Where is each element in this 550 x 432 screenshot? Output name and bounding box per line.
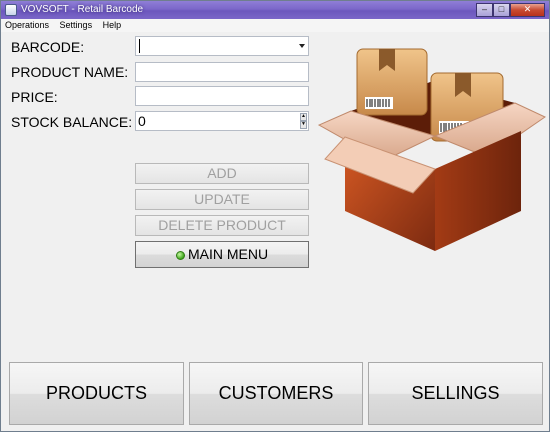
delete-product-button[interactable]: DELETE PRODUCT	[135, 215, 309, 236]
stepper-up-icon[interactable]: ▲	[300, 113, 307, 121]
title-bar[interactable]: VOVSOFT - Retail Barcode – □ ✕	[1, 1, 549, 19]
update-button[interactable]: UPDATE	[135, 189, 309, 210]
stepper-down-icon[interactable]: ▼	[300, 121, 307, 129]
stock-balance-stepper[interactable]: 0 ▲ ▼	[135, 111, 309, 131]
maximize-icon[interactable]: □	[493, 3, 510, 17]
stock-balance-value: 0	[138, 113, 146, 129]
barcode-label: BARCODE:	[11, 39, 85, 55]
barcode-combo[interactable]	[135, 36, 309, 56]
main-menu-button[interactable]: MAIN MENU	[135, 241, 309, 268]
sellings-button[interactable]: SELLINGS	[368, 362, 543, 425]
minimize-icon[interactable]: –	[476, 3, 493, 17]
text-caret	[139, 39, 140, 53]
package-1	[356, 48, 428, 116]
customers-button[interactable]: CUSTOMERS	[189, 362, 363, 425]
products-button[interactable]: PRODUCTS	[9, 362, 184, 425]
menu-operations[interactable]: Operations	[1, 19, 53, 32]
add-button[interactable]: ADD	[135, 163, 309, 184]
price-label: PRICE:	[11, 89, 58, 105]
stepper-buttons: ▲ ▼	[300, 113, 307, 129]
main-menu-label: MAIN MENU	[187, 246, 269, 262]
chevron-down-icon[interactable]	[299, 44, 305, 48]
product-name-label: PRODUCT NAME:	[11, 64, 129, 80]
menu-settings[interactable]: Settings	[56, 19, 97, 32]
green-dot-icon	[175, 251, 185, 260]
app-icon	[5, 4, 17, 16]
window-title: VOVSOFT - Retail Barcode	[21, 4, 144, 15]
price-field[interactable]	[135, 86, 309, 106]
box-of-barcoded-packages-icon	[317, 48, 547, 251]
close-icon[interactable]: ✕	[510, 3, 545, 17]
menu-bar: Operations Settings Help	[1, 19, 549, 32]
app-window: VOVSOFT - Retail Barcode – □ ✕ Operation…	[0, 0, 550, 432]
stock-balance-label: STOCK BALANCE:	[11, 114, 133, 130]
product-name-field[interactable]	[135, 62, 309, 82]
window-controls: – □ ✕	[476, 3, 545, 17]
menu-help[interactable]: Help	[99, 19, 126, 32]
